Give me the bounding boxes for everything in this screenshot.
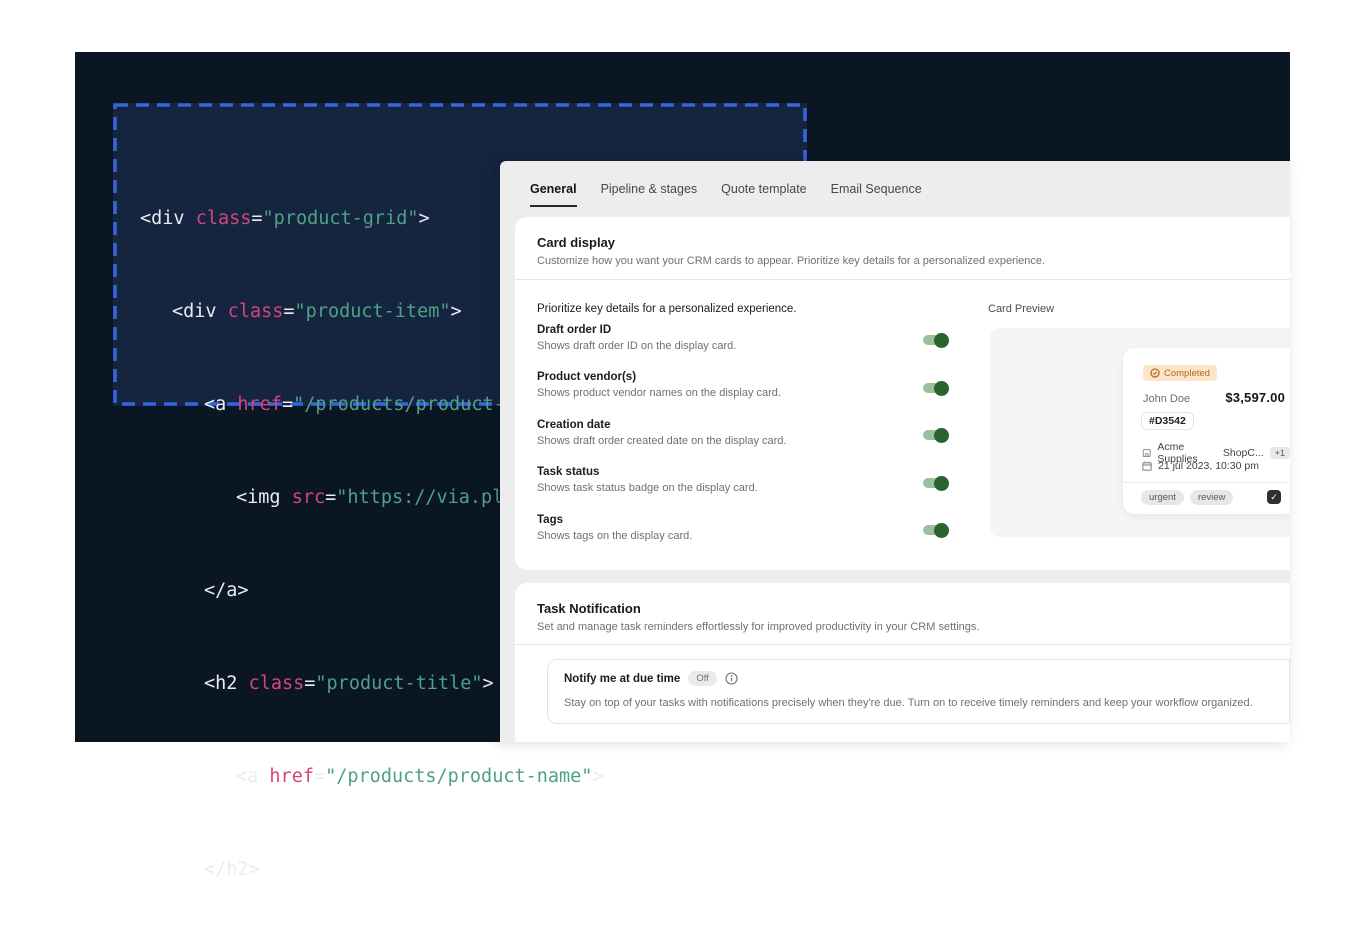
vendor-name-truncated: ShopC... bbox=[1223, 447, 1264, 459]
tab-quote-template[interactable]: Quote template bbox=[721, 182, 806, 207]
task-notification-header: Task Notification Set and manage task re… bbox=[515, 583, 1290, 645]
tags-row: urgent review bbox=[1141, 490, 1233, 505]
toggle-description: Shows task status badge on the display c… bbox=[537, 482, 957, 494]
code-token: > bbox=[592, 766, 603, 787]
code-token: href bbox=[237, 394, 282, 415]
code-token: = bbox=[304, 673, 315, 694]
code-token: = bbox=[251, 208, 262, 229]
code-token: "product-grid" bbox=[263, 208, 419, 229]
toggle-row-draft-order-id: Draft order ID Shows draft order ID on t… bbox=[537, 323, 957, 352]
code-line: <a href="/products/product-name"> bbox=[140, 761, 659, 792]
task-checkbox[interactable]: ✓ bbox=[1267, 490, 1281, 504]
code-token: class bbox=[228, 301, 284, 322]
toggle-knob bbox=[934, 476, 949, 491]
toggle-label: Tags bbox=[537, 513, 957, 527]
code-token: </h2> bbox=[204, 859, 260, 880]
status-badge-label: Completed bbox=[1164, 368, 1210, 379]
task-notification-section: Task Notification Set and manage task re… bbox=[515, 583, 1290, 742]
completed-clock-icon bbox=[1150, 368, 1160, 378]
tab-general[interactable]: General bbox=[530, 182, 577, 207]
notify-state-badge: Off bbox=[688, 671, 717, 686]
toggles-column-heading: Prioritize key details for a personalize… bbox=[537, 303, 797, 315]
code-token: "/products/product-name" bbox=[325, 766, 592, 787]
code-token: = bbox=[314, 766, 325, 787]
toggle-row-product-vendors: Product vendor(s) Shows product vendor n… bbox=[537, 370, 957, 399]
card-display-header: Card display Customize how you want your… bbox=[515, 217, 1290, 280]
toggle-switch-product-vendors[interactable] bbox=[923, 380, 949, 396]
tag-review: review bbox=[1190, 490, 1233, 505]
toggle-label: Task status bbox=[537, 465, 957, 479]
notify-row: Notify me at due time Off bbox=[564, 671, 738, 686]
code-token: > bbox=[482, 673, 493, 694]
storefront-icon bbox=[1142, 448, 1151, 458]
toggle-row-tags: Tags Shows tags on the display card. bbox=[537, 513, 957, 542]
toggle-row-task-status: Task status Shows task status badge on t… bbox=[537, 465, 957, 494]
toggle-description: Shows draft order created date on the di… bbox=[537, 435, 957, 447]
info-icon[interactable] bbox=[725, 672, 738, 685]
toggle-description: Shows product vendor names on the displa… bbox=[537, 387, 957, 399]
tag-urgent: urgent bbox=[1141, 490, 1184, 505]
code-token: src bbox=[292, 487, 325, 508]
code-token: </a> bbox=[204, 580, 249, 601]
toggle-switch-draft-order-id[interactable] bbox=[923, 332, 949, 348]
toggle-knob bbox=[934, 381, 949, 396]
card-display-section: Card display Customize how you want your… bbox=[515, 217, 1290, 570]
toggle-knob bbox=[934, 333, 949, 348]
card-preview-box: Completed John Doe $3,597.00 #D3542 Acme… bbox=[990, 328, 1290, 537]
mini-card-divider bbox=[1123, 482, 1290, 483]
section-title: Task Notification bbox=[537, 601, 1268, 616]
section-subtitle: Customize how you want your CRM cards to… bbox=[537, 255, 1268, 267]
code-token: <div bbox=[172, 301, 228, 322]
code-token: <a bbox=[236, 766, 269, 787]
code-token: class bbox=[196, 208, 252, 229]
toggle-knob bbox=[934, 428, 949, 443]
creation-datetime: 21 jul 2023, 10:30 pm bbox=[1158, 460, 1259, 472]
calendar-icon bbox=[1142, 461, 1152, 471]
code-token: = bbox=[325, 487, 336, 508]
code-token: > bbox=[418, 208, 429, 229]
notify-label: Notify me at due time bbox=[564, 673, 680, 685]
settings-tabs: General Pipeline & stages Quote template… bbox=[530, 182, 922, 207]
toggle-label: Creation date bbox=[537, 418, 957, 432]
code-line: </h2> bbox=[140, 854, 659, 885]
code-token: class bbox=[249, 673, 305, 694]
code-token: href bbox=[269, 766, 314, 787]
toggle-description: Shows draft order ID on the display card… bbox=[537, 340, 957, 352]
toggle-switch-tags[interactable] bbox=[923, 522, 949, 538]
code-token: = bbox=[282, 394, 293, 415]
settings-panel: General Pipeline & stages Quote template… bbox=[500, 161, 1290, 742]
toggle-description: Shows tags on the display card. bbox=[537, 530, 957, 542]
toggle-row-creation-date: Creation date Shows draft order created … bbox=[537, 418, 957, 447]
code-token: <a bbox=[204, 394, 237, 415]
card-preview-label: Card Preview bbox=[988, 303, 1054, 315]
toggle-label: Product vendor(s) bbox=[537, 370, 957, 384]
section-subtitle: Set and manage task reminders effortless… bbox=[537, 621, 1268, 633]
creation-date-row: 21 jul 2023, 10:30 pm bbox=[1142, 460, 1259, 472]
status-badge: Completed bbox=[1143, 365, 1217, 381]
code-token: "product-item" bbox=[295, 301, 451, 322]
more-vendors-badge: +1 bbox=[1270, 447, 1290, 459]
notify-description: Stay on top of your tasks with notificat… bbox=[564, 697, 1253, 709]
code-token: "product-title" bbox=[315, 673, 482, 694]
code-token: <div bbox=[140, 208, 196, 229]
toggle-switch-creation-date[interactable] bbox=[923, 427, 949, 443]
toggle-switch-task-status[interactable] bbox=[923, 475, 949, 491]
customer-name: John Doe bbox=[1143, 393, 1190, 405]
tab-pipeline-stages[interactable]: Pipeline & stages bbox=[601, 182, 698, 207]
crm-card-preview: Completed John Doe $3,597.00 #D3542 Acme… bbox=[1123, 348, 1290, 514]
code-token: > bbox=[450, 301, 461, 322]
toggle-knob bbox=[934, 523, 949, 538]
order-id-badge: #D3542 bbox=[1141, 412, 1194, 430]
toggle-label: Draft order ID bbox=[537, 323, 957, 337]
order-amount: $3,597.00 bbox=[1225, 390, 1285, 405]
section-title: Card display bbox=[537, 235, 1268, 250]
code-token: <img bbox=[236, 487, 292, 508]
code-token: <h2 bbox=[204, 673, 249, 694]
notify-due-time-card: Notify me at due time Off Stay on top of… bbox=[547, 659, 1290, 724]
customer-amount-row: John Doe $3,597.00 bbox=[1143, 390, 1285, 405]
code-token: = bbox=[283, 301, 294, 322]
tab-email-sequence[interactable]: Email Sequence bbox=[831, 182, 922, 207]
